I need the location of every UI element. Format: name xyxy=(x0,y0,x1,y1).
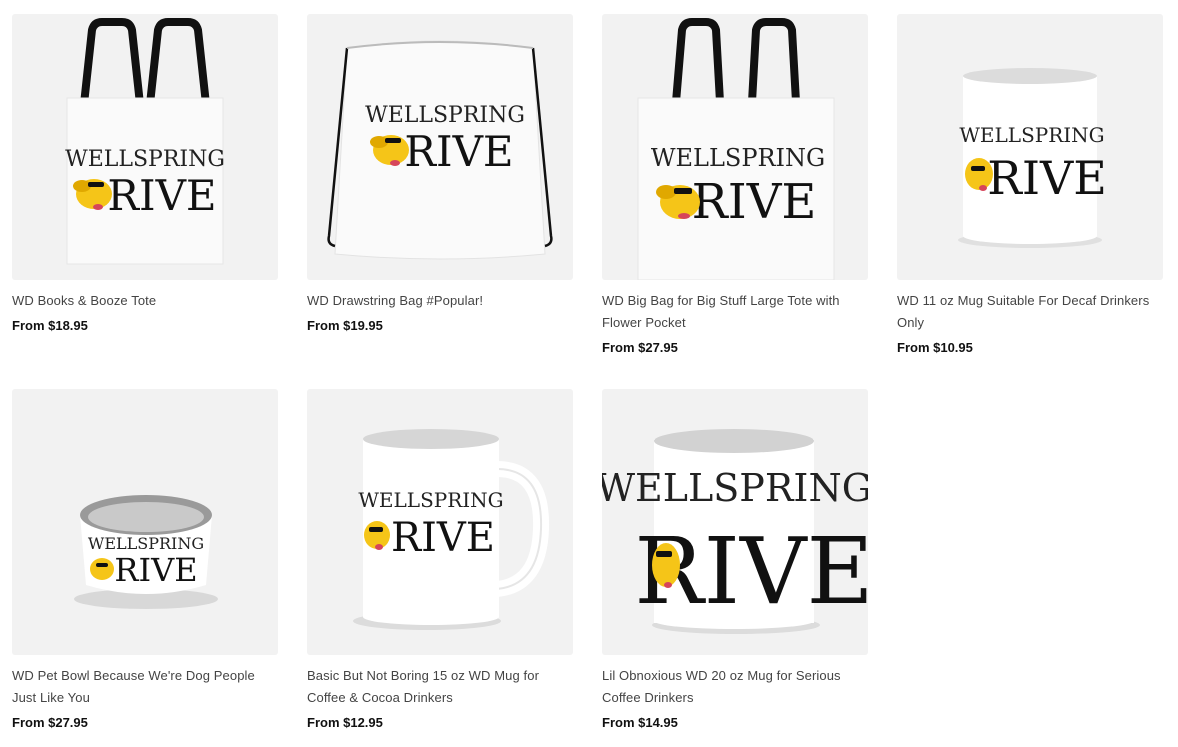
product-card[interactable]: WELLSPRING RIVE WD Pet Bowl Because We'r… xyxy=(12,389,278,732)
product-price: From $27.95 xyxy=(602,340,678,355)
product-image-mug-11oz[interactable]: WELLSPRING RIVE xyxy=(897,14,1163,280)
product-price: From $14.95 xyxy=(602,715,678,730)
product-price: From $18.95 xyxy=(12,318,88,333)
svg-text:RIVE: RIVE xyxy=(391,515,495,561)
product-title[interactable]: WD Books & Booze Tote xyxy=(12,290,278,312)
product-image-mug-15oz[interactable]: WELLSPRING RIVE xyxy=(307,389,573,655)
product-title[interactable]: WD Big Bag for Big Stuff Large Tote with… xyxy=(602,290,868,334)
product-image-drawstring[interactable]: WELLSPRING RIVE xyxy=(307,14,573,280)
dog-logo-icon xyxy=(90,558,114,580)
product-image-tote[interactable]: WELLSPRING RIVE xyxy=(12,14,278,280)
svg-text:WELLSPRING: WELLSPRING xyxy=(959,123,1104,147)
svg-text:RIVE: RIVE xyxy=(107,171,216,220)
product-price: From $12.95 xyxy=(307,715,383,730)
product-card[interactable]: WELLSPRING RIVE WD Books & Booze Tote Fr… xyxy=(12,14,278,335)
product-image-big-tote[interactable]: WELLSPRING RIVE xyxy=(602,14,868,280)
svg-text:RIVE: RIVE xyxy=(692,174,817,230)
svg-text:RIVE: RIVE xyxy=(987,151,1107,205)
svg-text:WELLSPRING: WELLSPRING xyxy=(65,147,225,172)
product-title[interactable]: WD Pet Bowl Because We're Dog People Jus… xyxy=(12,665,278,709)
product-image-mug-20oz[interactable]: WELLSPRING RIVE xyxy=(602,389,868,655)
product-card[interactable]: WELLSPRING RIVE Basic But Not Boring 15 … xyxy=(307,389,573,732)
product-card[interactable]: WELLSPRING RIVE WD Big Bag for Big Stuff… xyxy=(602,14,868,357)
product-price: From $27.95 xyxy=(12,715,88,730)
product-card[interactable]: WELLSPRING RIVE WD Drawstring Bag #Popul… xyxy=(307,14,573,335)
product-title[interactable]: WD 11 oz Mug Suitable For Decaf Drinkers… xyxy=(897,290,1163,334)
product-price: From $10.95 xyxy=(897,340,973,355)
product-title[interactable]: Lil Obnoxious WD 20 oz Mug for Serious C… xyxy=(602,665,868,709)
svg-text:RIVE: RIVE xyxy=(114,551,197,589)
product-price: From $19.95 xyxy=(307,318,383,333)
svg-text:WELLSPRING: WELLSPRING xyxy=(651,144,825,172)
svg-text:RIVE: RIVE xyxy=(404,127,513,176)
product-card[interactable]: WELLSPRING RIVE WD 11 oz Mug Suitable Fo… xyxy=(897,14,1163,357)
svg-text:WELLSPRING: WELLSPRING xyxy=(358,488,503,512)
product-image-pet-bowl[interactable]: WELLSPRING RIVE xyxy=(12,389,278,655)
svg-text:WELLSPRING: WELLSPRING xyxy=(365,103,525,128)
product-card[interactable]: WELLSPRING RIVE Lil Obnoxious WD 20 oz M… xyxy=(602,389,868,732)
product-title[interactable]: Basic But Not Boring 15 oz WD Mug for Co… xyxy=(307,665,573,709)
product-title[interactable]: WD Drawstring Bag #Popular! xyxy=(307,290,573,312)
svg-text:WELLSPRING: WELLSPRING xyxy=(602,466,868,510)
